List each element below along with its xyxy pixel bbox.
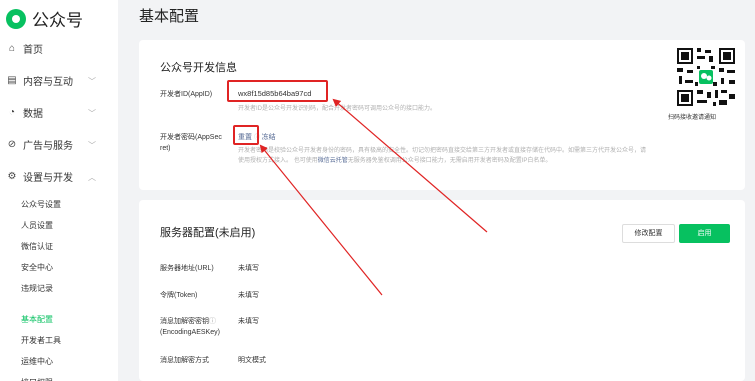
dev-info-card: 公众号开发信息 开发者ID(AppID) wx8f15d85b64ba97cd … [139,40,745,190]
settings-submenu: 公众号设置 人员设置 微信认证 安全中心 违规记录 基本配置 开发者工具 运维中… [0,194,118,381]
chevron-down-icon: ﹀ [88,141,96,150]
qr-code-image [675,46,737,108]
token-value: 未填写 [238,292,259,299]
token-label: 令牌(Token) [160,292,198,299]
gear-icon: ⚙ [7,170,17,182]
wechat-cloud-hosting-link[interactable]: 微信云托管 [318,158,348,164]
brand-name: 公众号 [32,11,83,30]
sidebar-nav: ⌂ 首页 ▤ 内容与互动 ﹀ ◔ 数据 ﹀ ⊘ 广告与服务 ﹀ ⚙ 设置与开发 … [0,34,118,381]
sidebar-item-content[interactable]: ▤ 内容与互动 ﹀ [0,66,118,94]
chart-icon: ◔ [8,106,16,118]
server-url-label: 服务器地址(URL) [160,265,214,272]
enable-button[interactable]: 启用 [679,224,730,243]
annotation-box-appid [227,80,328,102]
sidebar-subitem-account-settings[interactable]: 公众号设置 [21,194,118,215]
aeskey-label-text: 消息加解密密钥 [160,318,209,325]
hint-text: 无服务器免鉴权调用公众号接口能力，无需启用开发者密码及配置IP白名单。 [347,158,552,164]
sidebar: 公众号 ⌂ 首页 ▤ 内容与互动 ﹀ ◔ 数据 ﹀ ⊘ 广告与服务 ﹀ ⚙ 设置… [0,0,118,381]
hint-text: 使用授权方式接入。 [238,158,293,164]
server-config-card: 服务器配置(未启用) 修改配置 启用 服务器地址(URL) 未填写 令牌(Tok… [139,200,745,381]
wechat-logo-icon [6,8,26,29]
freeze-secret-link[interactable]: 冻结 [262,134,276,141]
page-title: 基本配置 [139,8,200,25]
appid-label: 开发者ID(AppID) [160,91,213,98]
sidebar-subitem-violations[interactable]: 违规记录 [21,278,118,299]
appsecret-label-line1: 开发者密码(AppSec [160,134,222,141]
chevron-down-icon: ﹀ [88,77,96,86]
annotation-box-reset [233,125,259,145]
appsecret-label: 开发者密码(AppSec ret) [160,132,222,154]
qr-caption: 扫码接收邀请通知 [668,115,717,121]
sidebar-item-label: 首页 [23,44,43,56]
sidebar-item-label: 设置与开发 [23,172,73,184]
appsecret-label-line2: ret) [160,145,171,152]
sidebar-item-label: 内容与互动 [23,76,73,88]
sidebar-item-settings[interactable]: ⚙ 设置与开发 ︿ [0,162,118,190]
appsecret-hint-line1: 开发者密码是校验公众号开发者身份的密码，具有极高的安全性。切记勿把密码直接交给第… [238,148,647,154]
home-icon: ⌂ [8,42,16,54]
sidebar-subitem-staff[interactable]: 人员设置 [21,215,118,236]
aeskey-label-line2: (EncodingAESKey) [160,329,220,336]
appid-hint: 开发者ID是公众号开发识别码，配合开发者密码可调用公众号的接口能力。 [238,106,437,112]
aeskey-label: 消息加解密密钥ⓘ (EncodingAESKey) [160,316,220,338]
appsecret-hint-line2: 使用授权方式接入。 也可使用微信云托管无服务器免鉴权调用公众号接口能力，无需启用… [238,156,732,166]
aeskey-label-line1: 消息加解密密钥ⓘ [160,316,220,327]
sidebar-subitem-dev-tools[interactable]: 开发者工具 [21,330,118,351]
chevron-up-icon: ︿ [88,173,96,182]
compass-icon: ⊘ [7,138,17,150]
sidebar-item-data[interactable]: ◔ 数据 ﹀ [0,98,118,126]
sidebar-subitem-ops-center[interactable]: 运维中心 [21,351,118,372]
sidebar-item-home[interactable]: ⌂ 首页 [0,34,118,62]
encryption-mode-value: 明文模式 [238,357,266,364]
help-icon[interactable]: ⓘ [209,318,216,325]
encryption-mode-label: 消息加解密方式 [160,357,209,364]
server-url-value: 未填写 [238,265,259,272]
sidebar-item-label: 广告与服务 [23,140,73,152]
sidebar-item-ads[interactable]: ⊘ 广告与服务 ﹀ [0,130,118,158]
sidebar-subitem-basic-config[interactable]: 基本配置 [21,309,118,330]
dev-info-title: 公众号开发信息 [160,62,237,74]
sidebar-subitem-security[interactable]: 安全中心 [21,257,118,278]
sidebar-subitem-verification[interactable]: 微信认证 [21,236,118,257]
aeskey-value: 未填写 [238,318,259,325]
modify-config-button[interactable]: 修改配置 [622,224,675,243]
brand-logo[interactable]: 公众号 [6,6,83,31]
submenu-spacer [21,299,118,309]
sidebar-subitem-api-permissions[interactable]: 接口权限 [21,372,118,381]
chevron-down-icon: ﹀ [88,109,96,118]
document-icon: ▤ [7,74,17,86]
hint-text: 也可使用 [293,158,318,164]
appsecret-hint: 开发者密码是校验公众号开发者身份的密码，具有极高的安全性。切记勿把密码直接交给第… [238,146,732,166]
sidebar-item-label: 数据 [23,108,43,120]
server-config-title: 服务器配置(未启用) [160,227,256,239]
